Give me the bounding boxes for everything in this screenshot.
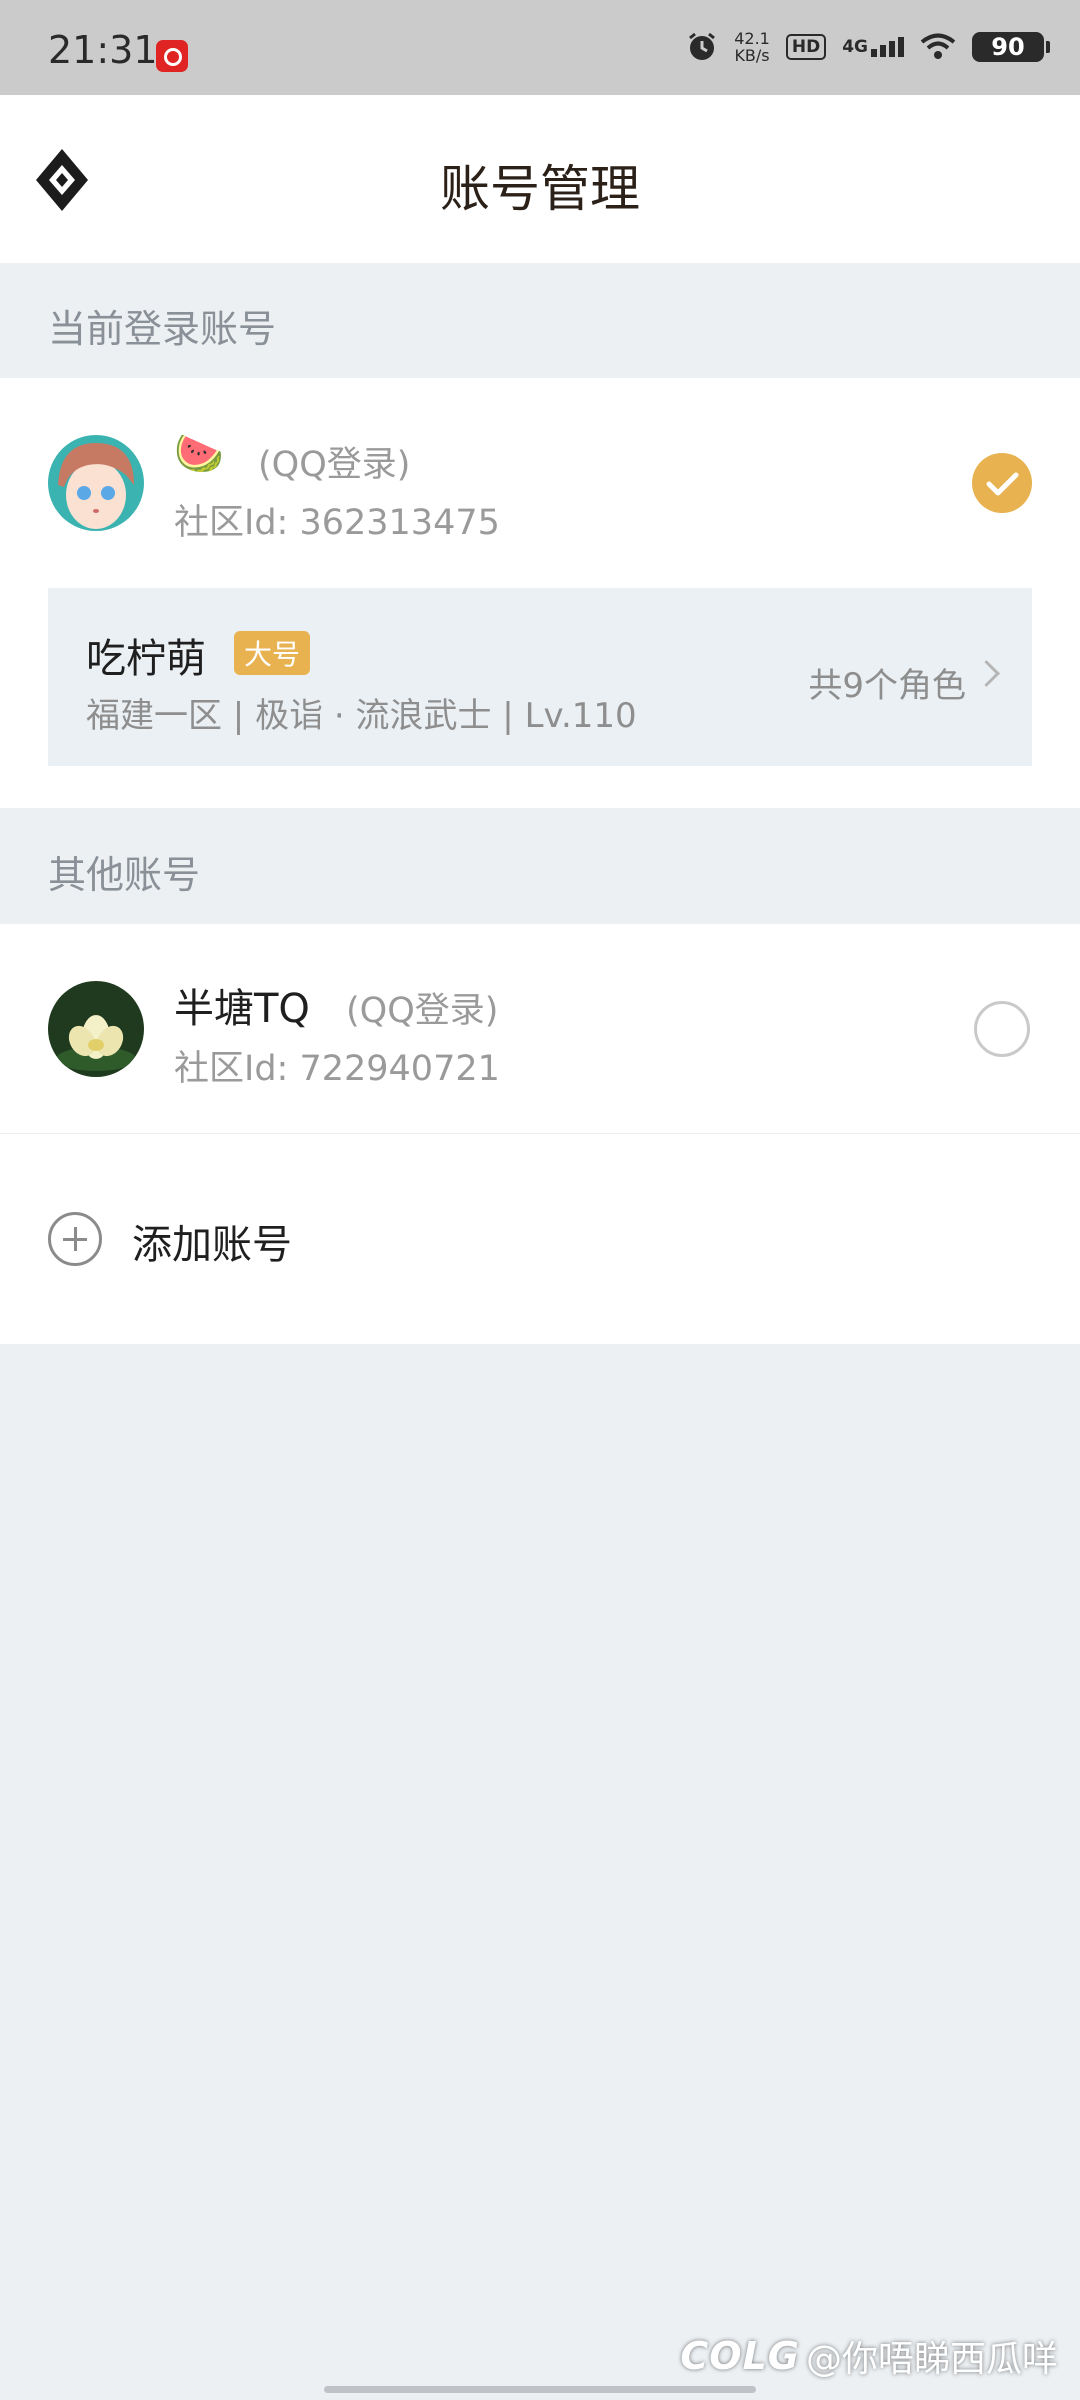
divider [0, 1133, 1080, 1134]
page-title: 账号管理 [440, 160, 640, 218]
signal-icon: 4G [842, 37, 904, 57]
network-speed-value: 42.1 [734, 29, 770, 48]
current-account-avatar [48, 435, 144, 531]
network-speed-unit: KB/s [734, 46, 770, 65]
current-account-login-type: (QQ登录) [258, 445, 411, 485]
wifi-icon [920, 33, 956, 59]
current-account-community-id: 社区Id: 362313475 [174, 503, 500, 543]
selected-check-icon [972, 453, 1032, 513]
status-bar: 21:31 42.1 KB/s HD 4G 90 [0, 0, 1080, 95]
alarm-icon [689, 32, 716, 60]
main-account-badge: 大号 [234, 631, 311, 675]
current-account-name: 🍉 [174, 431, 224, 477]
hd-icon: HD [785, 34, 827, 60]
current-account-section-label: 当前登录账号 [48, 307, 277, 351]
other-account-name: 半塘TQ [174, 986, 310, 1032]
network-type: 4G [842, 37, 868, 57]
unselected-radio-icon[interactable] [974, 1001, 1030, 1057]
colg-logo: COLG [680, 2334, 800, 2378]
add-account-label: 添加账号 [132, 1222, 292, 1268]
status-indicators: 42.1 KB/s HD 4G 90 [686, 30, 1050, 64]
add-circle-icon [48, 1212, 102, 1266]
app-header: 账号管理 [0, 95, 1080, 263]
netease-music-icon [156, 40, 188, 72]
other-accounts-panel [0, 924, 1080, 1344]
role-count: 共9个角色 [808, 666, 966, 706]
home-indicator[interactable] [324, 2386, 756, 2393]
other-accounts-section-label: 其他账号 [48, 853, 201, 897]
watermark: COLG @你唔睇西瓜咩 [680, 2330, 1058, 2382]
chevron-right-icon [973, 660, 1000, 687]
network-speed: 42.1 KB/s [734, 30, 770, 64]
role-info: 福建一区 | 极诣 · 流浪武士 | Lv.110 [86, 696, 637, 736]
other-account-community-id: 社区Id: 722940721 [174, 1049, 500, 1089]
role-name: 吃柠萌 [86, 636, 206, 682]
status-time: 21:31 [48, 28, 158, 72]
battery-icon: 90 [972, 32, 1050, 62]
other-account-login-type: (QQ登录) [346, 991, 499, 1031]
role-card[interactable]: 吃柠萌 大号 福建一区 | 极诣 · 流浪武士 | Lv.110 共9个角色 [48, 588, 1032, 766]
other-account-avatar [48, 981, 144, 1077]
watermark-text: @你唔睇西瓜咩 [805, 2339, 1058, 2380]
